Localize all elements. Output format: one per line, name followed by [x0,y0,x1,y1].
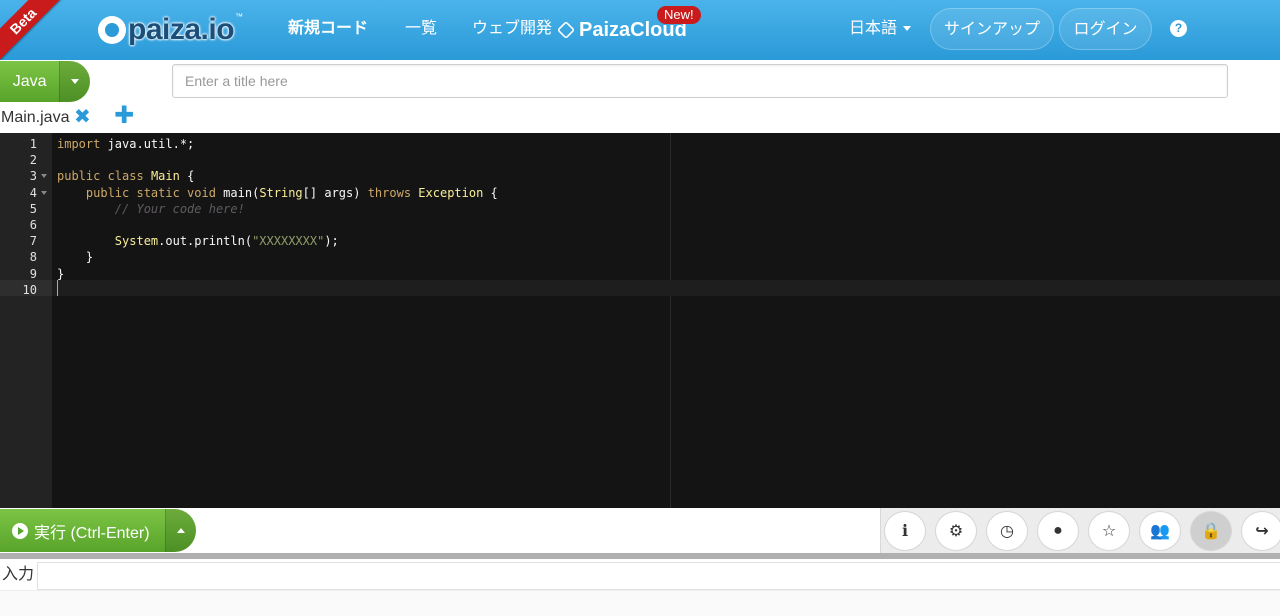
share-icon[interactable]: ↪ [1241,511,1280,551]
info-icon[interactable]: ℹ [884,511,926,551]
paiza-logo[interactable]: paiza.io ™ [98,12,243,48]
title-input[interactable] [172,64,1228,98]
code-token: // Your code here! [57,201,245,216]
run-label: 実行 (Ctrl-Enter) [34,524,150,542]
paizacloud-icon [556,20,576,40]
line-number: 7 [29,234,37,249]
line-number: 3 [29,169,37,184]
bottom-strip [0,590,1280,616]
logo-text: paiza.io [128,13,235,46]
language-select-label: Java [12,73,47,90]
tool-buttons-panel: ℹ ⚙ ◷ ● ☆ 👥 🔒 ↪ [880,508,1280,553]
line-number: 8 [29,250,37,265]
language-dropdown[interactable]: 日本語 [849,19,912,39]
active-line-highlight [0,280,1280,296]
code-token: ); [324,234,339,249]
code-token: main( [215,185,260,200]
group-icon[interactable]: 👥 [1139,511,1181,551]
history-icon[interactable]: ◷ [986,511,1028,551]
code-line: // Your code here! [57,201,245,217]
add-file-icon[interactable]: ✚ [114,104,134,128]
panel-splitter[interactable] [0,553,1280,559]
fold-toggle-icon[interactable] [41,190,47,195]
nav-list[interactable]: 一覧 [405,19,437,39]
new-badge: New! [657,6,701,24]
code-token: Exception [418,185,484,200]
code-token: System [114,234,159,249]
signup-button[interactable]: サインアップ [930,8,1054,50]
nav-new-code[interactable]: 新規コード [288,19,368,39]
fold-toggle-icon[interactable] [41,174,47,179]
code-editor[interactable]: 1 2 3 4 5 6 7 8 9 10 import java.util.*; public cl… [0,133,1280,508]
language-dropdown-toggle[interactable] [59,61,90,102]
line-number: 9 [29,266,37,281]
language-select-button[interactable]: Java [0,61,90,102]
login-button[interactable]: ログイン [1059,8,1152,50]
code-line: } [57,266,64,282]
code-line: public static void main(String[] args) t… [57,185,498,201]
line-number: 6 [29,218,37,232]
code-line: } [57,249,93,265]
star-icon[interactable]: ☆ [1088,511,1130,551]
code-token: public class [57,169,144,184]
logo-trademark: ™ [235,12,244,21]
top-navbar: Beta paiza.io ™ 新規コード 一覧 ウェブ開発 PaizaClou… [0,0,1280,60]
text-cursor [57,280,58,296]
nav-web-dev[interactable]: ウェブ開発 [472,19,552,39]
line-number: 1 [29,137,37,151]
lock-icon[interactable]: 🔒 [1190,511,1232,551]
code-line: public class Main { [57,168,194,184]
caret-down-icon [903,26,912,32]
input-tab-label[interactable]: 入力 [2,565,34,585]
language-label: 日本語 [849,20,898,37]
play-icon [12,522,28,539]
stdin-input-area[interactable] [37,562,1280,590]
code-token: import [57,137,101,151]
code-token: throws [367,185,412,200]
close-icon[interactable]: ✖ [74,106,91,128]
code-token: java.util.*; [100,137,195,151]
code-token: { [483,185,498,200]
code-token: String [259,185,303,200]
help-icon[interactable]: ? [1170,20,1187,37]
code-token: { [179,169,195,184]
code-line: System.out.println("XXXXXXXX"); [57,233,339,249]
run-options-toggle[interactable] [165,509,196,552]
line-number: 10 [22,282,37,297]
line-number: 4 [29,185,37,200]
code-token: Main [150,169,180,184]
code-token: } [57,250,94,265]
caret-down-icon [71,79,80,84]
line-number: 5 [29,201,37,216]
gear-icon[interactable]: ⚙ [935,511,977,551]
code-token: public static void [57,185,216,200]
file-tab-main-java[interactable]: Main.java [1,108,69,128]
github-icon[interactable]: ● [1037,511,1079,551]
code-token: "XXXXXXXX" [252,234,325,249]
code-token: [] args) [302,185,368,200]
beta-ribbon: Beta [0,0,63,60]
logo-circle-icon [98,16,126,44]
print-margin [670,133,671,508]
run-button[interactable]: 実行 (Ctrl-Enter) [0,509,196,552]
run-main-area[interactable]: 実行 (Ctrl-Enter) [0,509,165,552]
code-line: import java.util.*; [57,136,194,152]
code-token: } [57,266,65,281]
code-token: .out.println( [158,234,253,249]
line-number: 2 [29,153,37,168]
caret-up-icon [177,528,186,533]
